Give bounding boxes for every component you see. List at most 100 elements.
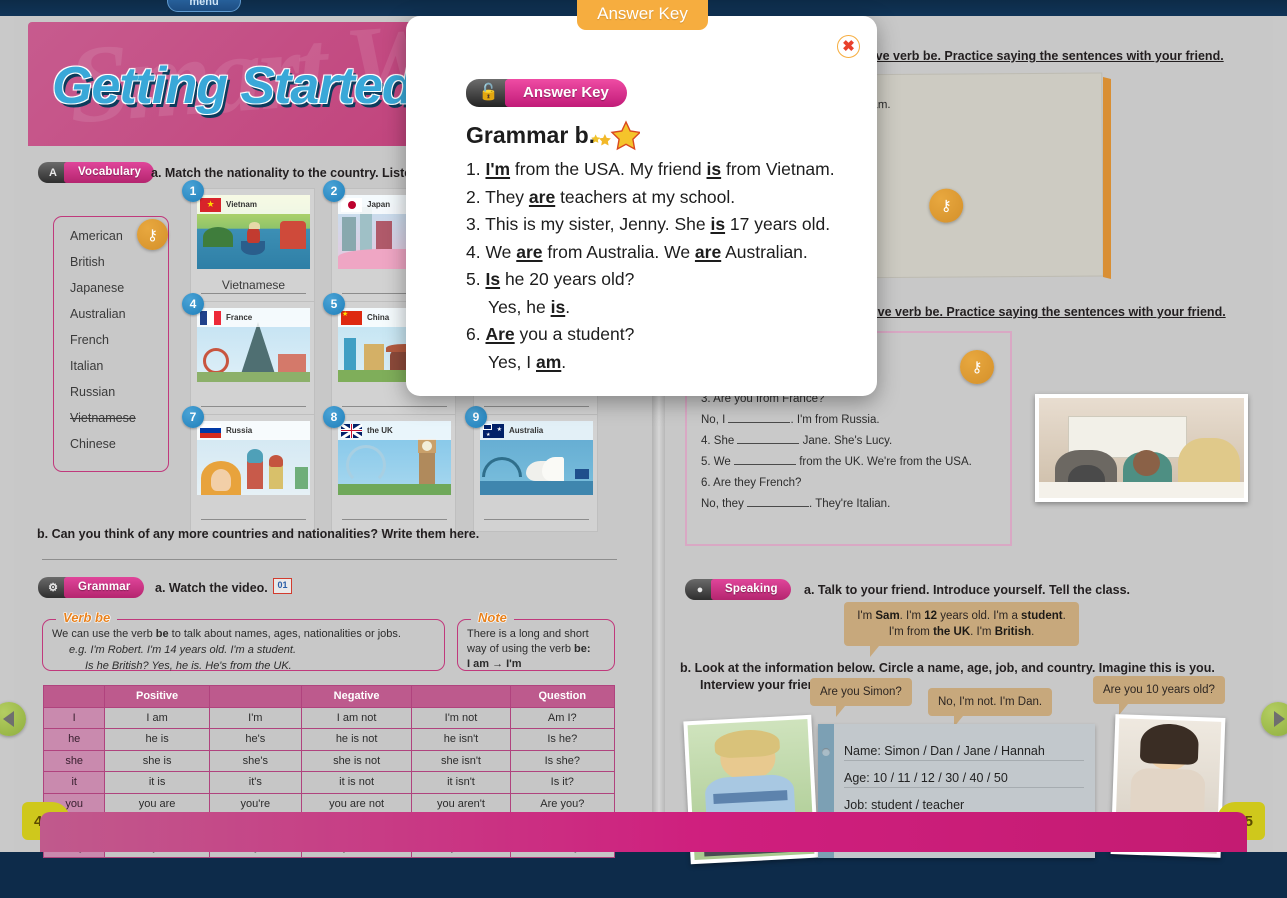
country-card[interactable]: Russia [190, 414, 315, 532]
answer-key-line: 1. I'm from the USA. My friend is from V… [466, 156, 866, 184]
table-cell: it isn't [411, 771, 511, 794]
table-row: it it is it's it is not it isn't Is it? [42, 771, 616, 794]
country-name: Japan [367, 200, 391, 209]
answer-key-line: 5. Is he 20 years old? [466, 266, 866, 294]
plain-text: . [1062, 610, 1066, 622]
country-card[interactable]: France [190, 301, 315, 419]
table-cell: he is [104, 728, 210, 751]
answer-key-line: 6. Are you a student? [466, 321, 866, 349]
answer-key-button-vocabulary[interactable]: ⚷ [137, 219, 168, 250]
word-bank-item[interactable]: Australian [70, 307, 168, 321]
answer-key-button-b[interactable]: ⚷ [929, 188, 964, 223]
answer-text: . [561, 351, 567, 372]
answer-word: is [706, 159, 722, 179]
answer-text: you a student? [514, 324, 635, 344]
word-bank-item[interactable]: Italian [70, 359, 168, 373]
answer-key-badge-label: Answer Key [505, 79, 627, 107]
country-name: Russia [226, 426, 253, 435]
table-row: he he is he's he is not he isn't Is he? [42, 728, 616, 751]
info-card-row[interactable]: Name: Simon / Dan / Jane / Hannah [844, 744, 1084, 761]
country-illustration: France [197, 308, 310, 382]
exercise-line[interactable]: 5. We from the UK. We're from the USA. [701, 452, 1001, 473]
word-bank-item[interactable]: Japanese [70, 281, 168, 295]
speech-bubble-q1: Are you Simon? [810, 678, 912, 717]
next-page-button[interactable] [1261, 702, 1287, 736]
answer-number: 3. [466, 214, 486, 234]
speaking-badge-label: Speaking [711, 579, 791, 600]
answer-number: 5. [466, 269, 486, 289]
note-box: Note There is a long and short way of us… [457, 610, 615, 671]
country-card[interactable]: the UK [331, 414, 456, 532]
table-row-header: I [42, 706, 106, 729]
answer-number: 2. [466, 186, 486, 207]
speaking-instruction-b-line2: Interview your friend. [700, 678, 827, 692]
answer-text: from Vietnam. [721, 159, 835, 179]
table-cell: she is [104, 749, 210, 772]
word-bank-item[interactable]: French [70, 333, 168, 347]
emphasis-text: British [994, 626, 1032, 638]
verb-be-line2: e.g. I'm Robert. I'm 14 years old. I'm a… [69, 644, 297, 656]
info-card-row[interactable]: Age: 10 / 11 / 12 / 30 / 40 / 50 [844, 771, 1084, 788]
verb-be-line1-bold: be [155, 628, 169, 640]
nationality-answer-blank[interactable] [484, 504, 589, 520]
table-column-header: Question [509, 685, 616, 708]
table-column-header: Positive [104, 685, 210, 708]
word-bank-item[interactable]: British [70, 255, 168, 269]
table-cell: it is [104, 771, 210, 794]
exercise-b-instruction-text: tive verb be. Practice saying the senten… [868, 49, 1224, 63]
speech-bubble-sample-line1: I'm Sam. I'm 12 years old. I'm a student… [854, 608, 1069, 624]
plain-text: years old. I'm a [937, 610, 1022, 622]
word-bank-item[interactable]: Vietnamese [70, 411, 168, 425]
menu-button[interactable]: menu [167, 0, 241, 12]
answer-key-button-c[interactable]: ⚷ [960, 350, 994, 384]
nationality-answer-blank[interactable] [201, 504, 306, 520]
card-number-badge: 9 [465, 406, 487, 428]
table-cell: he isn't [411, 728, 511, 751]
vocabulary-instruction-b: b. Can you think of any more countries a… [37, 527, 480, 541]
emphasis-text: 12 [924, 610, 938, 622]
speaking-instruction-b-line1: b. Look at the information below. Circle… [680, 661, 1215, 675]
table-cell: he's [208, 728, 302, 751]
nationality-answer-blank[interactable]: Vietnamese [201, 278, 306, 294]
close-icon[interactable]: ✖ [837, 35, 860, 58]
instruction-b-text: b. Look at the information below. Circle… [680, 661, 1215, 675]
word-bank-item[interactable]: Russian [70, 385, 168, 399]
answer-key-tab[interactable]: Answer Key [577, 0, 708, 30]
stars-icon [588, 120, 642, 157]
exercise-line[interactable]: No, they . They're Italian. [701, 494, 1001, 515]
exercise-line[interactable]: 6. Are they French? [701, 473, 1001, 494]
answer-blank[interactable] [737, 443, 800, 444]
answer-blank[interactable] [734, 464, 797, 465]
note-line2-bold: be: [574, 643, 591, 655]
country-illustration: ★ Vietnam [197, 195, 310, 269]
answer-word: are [694, 241, 722, 262]
country-flag-label: Russia [197, 421, 310, 440]
answer-blank[interactable] [747, 506, 810, 507]
card-number-badge: 8 [323, 406, 345, 428]
answer-key-line: Yes, he is. [466, 294, 866, 322]
answer-blank[interactable] [728, 422, 791, 423]
answer-text: . [565, 296, 571, 317]
table-row: II am I'm I am not I'm not Am I? [42, 706, 616, 729]
table-cell: she isn't [411, 749, 511, 772]
answer-text: They [485, 186, 529, 207]
table-cell: it's [208, 771, 302, 794]
video-number-badge[interactable]: 01 [273, 578, 292, 594]
country-flag-label: ★ Vietnam [197, 195, 310, 214]
punch-hole-top [822, 748, 830, 756]
nationality-answer-blank[interactable] [201, 391, 306, 407]
answer-text: 17 years old. [725, 214, 831, 234]
country-card[interactable]: ★ ★ Australia [473, 414, 598, 532]
classroom-photo [1035, 394, 1248, 502]
verb-be-line1-pre: We can use the verb [52, 628, 156, 640]
writing-line[interactable] [42, 559, 617, 560]
card-number-badge: 5 [323, 293, 345, 315]
section-badge-speaking: ● Speaking [685, 579, 791, 600]
country-card[interactable]: ★ Vietnam Vietnamese [190, 188, 315, 306]
table-cell: he is not [300, 728, 413, 751]
nationality-answer-blank[interactable] [342, 504, 447, 520]
answer-word: are [516, 241, 543, 262]
word-bank-item[interactable]: Chinese [70, 437, 168, 451]
exercise-line[interactable]: 4. She Jane. She's Lucy. [701, 431, 1001, 452]
exercise-line[interactable]: No, I . I'm from Russia. [701, 410, 1001, 431]
